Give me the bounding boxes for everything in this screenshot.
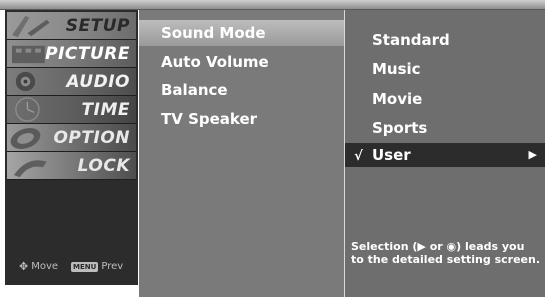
submenu-item-tv-speaker[interactable]: TV Speaker [139, 106, 344, 132]
menu-key-icon: MENU [71, 261, 99, 272]
sound-mode-options: Standard Music Movie Sports √ User ▶ Sele… [345, 10, 545, 297]
menu-label-lock: LOCK [77, 156, 130, 176]
menu-label-setup: SETUP [65, 16, 130, 36]
move-icon: ✥ [19, 260, 29, 273]
main-menu: SETUP PICTURE AUDIO TIME OPTION LOCK ✥ M… [5, 10, 138, 285]
menu-label-option: OPTION [53, 128, 130, 148]
option-label: Movie [372, 90, 423, 108]
menu-item-picture[interactable]: PICTURE [7, 40, 136, 68]
submenu-label: Balance [161, 81, 228, 99]
submenu-item-balance[interactable]: Balance [139, 77, 344, 103]
menu-label-picture: PICTURE [45, 44, 130, 64]
setup-icon [12, 15, 50, 38]
option-standard[interactable]: Standard [345, 28, 545, 52]
submenu-label: Auto Volume [161, 53, 269, 71]
menu-item-time[interactable]: TIME [7, 96, 136, 124]
menu-label-audio: AUDIO [66, 72, 130, 92]
nav-move-label: Move [31, 261, 59, 272]
submenu-item-auto-volume[interactable]: Auto Volume [139, 49, 344, 75]
nav-hints: ✥ Move MENU Prev [19, 260, 123, 273]
option-sports[interactable]: Sports [345, 116, 545, 140]
menu-item-lock[interactable]: LOCK [7, 152, 136, 180]
submenu-item-sound-mode[interactable]: Sound Mode [139, 20, 344, 46]
option-label: Sports [372, 119, 428, 137]
tv-osd-screen: SETUP PICTURE AUDIO TIME OPTION LOCK ✥ M… [0, 0, 545, 297]
menu-item-option[interactable]: OPTION [7, 124, 136, 152]
option-label: Standard [372, 31, 450, 49]
top-bar [0, 0, 545, 9]
selection-hint: Selection (▶ or ◉) leads you to the deta… [351, 240, 540, 266]
lock-icon [13, 160, 47, 178]
option-music[interactable]: Music [345, 57, 545, 81]
option-movie[interactable]: Movie [345, 87, 545, 111]
submenu-label: Sound Mode [161, 24, 266, 42]
menu-item-audio[interactable]: AUDIO [7, 68, 136, 96]
menu-item-setup[interactable]: SETUP [7, 12, 136, 40]
option-label: Music [372, 60, 421, 78]
nav-prev-label: Prev [101, 261, 124, 272]
submenu-label: TV Speaker [161, 110, 258, 128]
bottom-margin [0, 285, 139, 297]
option-label: User [372, 146, 411, 164]
checkmark-icon: √ [354, 149, 363, 164]
menu-label-time: TIME [81, 100, 130, 120]
audio-icon [15, 71, 36, 92]
option-user[interactable]: √ User ▶ [345, 143, 545, 167]
arrow-right-icon: ▶ [528, 148, 537, 161]
clock-icon [15, 97, 40, 122]
audio-submenu: Sound Mode Auto Volume Balance TV Speake… [139, 10, 344, 297]
